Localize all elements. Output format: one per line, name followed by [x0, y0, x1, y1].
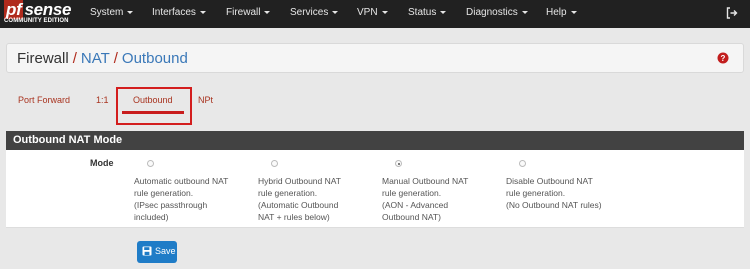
option-automatic-text: Automatic outbound NAT rule generation. … [134, 176, 229, 222]
logo-edition: COMMUNITY EDITION [4, 18, 69, 24]
tab-port-forward[interactable]: Port Forward [18, 95, 70, 105]
radio-automatic[interactable] [147, 160, 154, 167]
pfsense-logo[interactable]: pf sense COMMUNITY EDITION [4, 0, 74, 26]
save-button[interactable]: Save [137, 241, 177, 263]
breadcrumb-firewall: Firewall [17, 50, 69, 67]
caret-down-icon [440, 10, 447, 14]
caret-down-icon [199, 10, 206, 14]
caret-down-icon [127, 10, 134, 14]
tab-one-to-one[interactable]: 1:1 [96, 95, 109, 105]
caret-down-icon [521, 10, 528, 14]
radio-manual[interactable] [395, 160, 402, 167]
option-disable-text: Disable Outbound NAT rule generation. (N… [506, 176, 602, 210]
nav-diagnostics[interactable]: Diagnostics [466, 7, 528, 18]
breadcrumb-outbound[interactable]: Outbound [122, 50, 188, 67]
nav-status[interactable]: Status [408, 7, 447, 18]
nav-firewall[interactable]: Firewall [226, 7, 271, 18]
caret-down-icon [570, 10, 577, 14]
nav-interfaces[interactable]: Interfaces [152, 7, 206, 18]
breadcrumb: Firewall / NAT / Outbound [17, 50, 188, 67]
breadcrumb-separator: / [72, 50, 77, 67]
logo-pf: pf [4, 0, 24, 19]
logo-sense: sense [24, 0, 72, 19]
breadcrumb-nat[interactable]: NAT [81, 50, 110, 67]
nav-services[interactable]: Services [290, 7, 339, 18]
caret-down-icon [332, 10, 339, 14]
sign-out-icon[interactable] [726, 7, 738, 19]
panel-body [6, 150, 744, 228]
breadcrumb-panel: Firewall / NAT / Outbound ? [6, 43, 744, 73]
question-circle-icon[interactable]: ? [717, 52, 729, 64]
save-button-label: Save [155, 246, 176, 256]
tab-active-underline [122, 111, 184, 114]
caret-down-icon [381, 10, 388, 14]
radio-disable[interactable] [519, 160, 526, 167]
nav-help[interactable]: Help [546, 7, 577, 18]
top-navbar: pf sense COMMUNITY EDITION System Interfa… [0, 0, 750, 28]
nav-vpn[interactable]: VPN [357, 7, 388, 18]
breadcrumb-separator: / [113, 50, 118, 67]
mode-label: Mode [90, 158, 114, 168]
tab-highlight-box [116, 87, 192, 125]
caret-down-icon [264, 10, 271, 14]
floppy-disk-icon [142, 246, 152, 256]
nav-system[interactable]: System [90, 7, 134, 18]
option-manual-text: Manual Outbound NAT rule generation. (AO… [382, 176, 469, 222]
panel-title: Outbound NAT Mode [6, 131, 744, 150]
option-hybrid-text: Hybrid Outbound NAT rule generation. (Au… [258, 176, 341, 222]
svg-text:?: ? [721, 54, 726, 63]
tab-npt[interactable]: NPt [198, 95, 213, 105]
radio-hybrid[interactable] [271, 160, 278, 167]
